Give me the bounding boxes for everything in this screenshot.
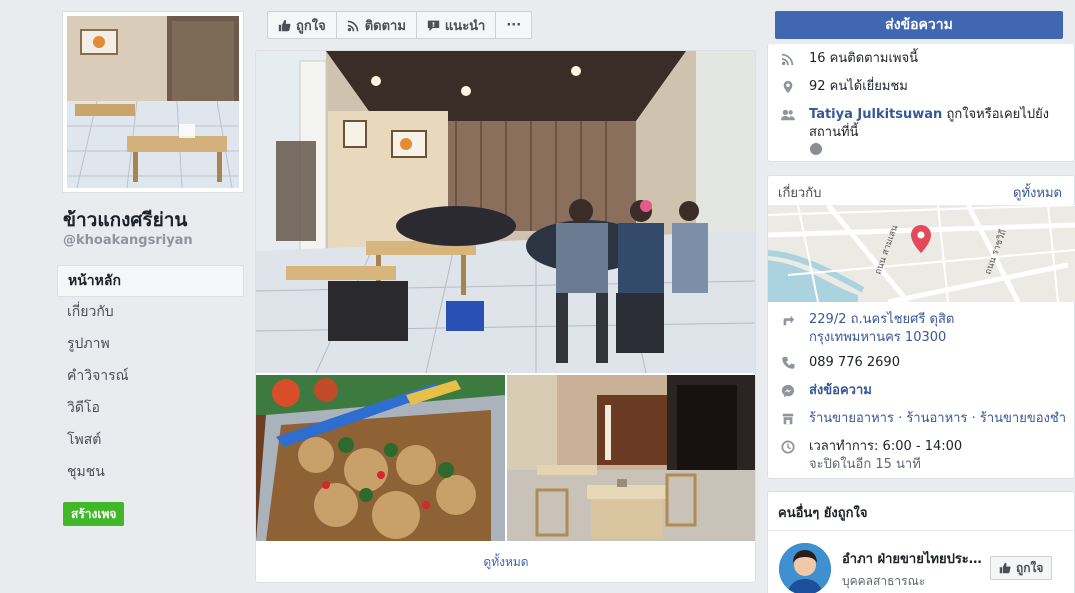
thumbs-up-icon [999, 562, 1011, 574]
follow-page-label: ติดตาม [364, 18, 406, 34]
send-message-link[interactable]: ส่งข้อความ [809, 382, 872, 400]
nav-item-about[interactable]: เกี่ยวกับ [57, 297, 244, 329]
category-row: ร้านขายอาหาร · ร้านอาหาร · ร้านขายของชำ [781, 410, 1066, 428]
photo-restaurant-interior[interactable] [256, 51, 755, 373]
phone-icon [781, 356, 795, 370]
page-stats-card: 16 คนติดตามเพจนี้ 92 คนได้เยี่ยมชม Tatiy… [767, 44, 1075, 162]
address-line-2: กรุงเทพมหานคร 10300 [809, 330, 947, 345]
speech-bubble-icon [427, 20, 440, 31]
friend-avatar[interactable] [809, 142, 823, 156]
page-nav: หน้าหลัก เกี่ยวกับ รูปภาพ คำวิจารณ์ วิดี… [57, 265, 244, 489]
friend-row: Tatiya Julkitsuwan ถูกใจหรือเคยไปยังสถาน… [781, 106, 1066, 142]
like-page-button[interactable]: ถูกใจ [268, 12, 337, 38]
closing-note: จะปิดในอีก 15 นาที [809, 457, 921, 472]
location-map[interactable]: ถนน สามเสน ถนน ราชวิถี [768, 205, 1075, 302]
about-see-all-link[interactable]: ดูทั้งหมด [1013, 182, 1062, 203]
divider [768, 530, 1074, 531]
photo-dining-area[interactable] [507, 375, 755, 541]
photo-food-tray[interactable] [256, 375, 505, 541]
nav-item-videos[interactable]: วิดีโอ [57, 393, 244, 425]
messenger-icon [781, 384, 795, 398]
followers-row: 16 คนติดตามเพจนี้ [781, 50, 1066, 68]
send-message-button[interactable]: ส่งข้อความ [775, 11, 1063, 39]
phone-number[interactable]: 089 776 2690 [809, 354, 900, 372]
map-pin-icon [781, 80, 795, 94]
category-links[interactable]: ร้านขายอาหาร · ร้านอาหาร · ร้านขายของชำ [809, 410, 1066, 428]
map-image: ถนน สามเสน ถนน ราชวิถี [768, 205, 1075, 302]
directions-icon [781, 313, 795, 327]
food-tray-image [256, 375, 505, 541]
suggested-page-like-button[interactable]: ถูกใจ [990, 556, 1053, 580]
friends-icon [781, 108, 795, 122]
hours-row: เวลาทำการ: 6:00 - 14:00 จะปิดในอีก 15 นาท… [781, 438, 1066, 474]
about-card: เกี่ยวกับ ดูทั้งหมด ถนน สามเสน ถนน ราชวิ… [767, 175, 1075, 479]
page-handle[interactable]: @khoakangsriyan [63, 233, 193, 248]
nav-item-photos[interactable]: รูปภาพ [57, 329, 244, 361]
friend-name-link[interactable]: Tatiya Julkitsuwan [809, 107, 942, 122]
see-all-photos-link[interactable]: ดูทั้งหมด [256, 541, 755, 582]
about-card-title: เกี่ยวกับ [778, 186, 822, 201]
suggested-page-avatar-image [779, 543, 831, 593]
clock-icon [781, 440, 795, 454]
nav-item-community[interactable]: ชุมชน [57, 457, 244, 489]
visited-count: 92 คนได้เยี่ยมชม [809, 79, 908, 94]
rss-icon [781, 52, 795, 66]
thumbs-up-icon [278, 19, 291, 31]
follow-page-button[interactable]: ติดตาม [337, 12, 417, 38]
page-action-bar: ถูกใจ ติดตาม แนะนำ ··· [267, 11, 533, 39]
photos-card: ดูทั้งหมด [255, 50, 756, 583]
suggested-page-name[interactable]: อำภา ฝ่ายขายไทยประกันชีวิต [842, 548, 982, 569]
message-row: ส่งข้อความ [781, 382, 1066, 400]
followers-count: 16 คนติดตามเพจนี้ [809, 51, 918, 66]
more-options-label: ··· [506, 17, 522, 33]
nav-item-home[interactable]: หน้าหลัก [57, 265, 244, 297]
people-also-like-title: คนอื่นๆ ยังถูกใจ [778, 506, 868, 521]
address-link[interactable]: 229/2 ถ.นครไชยศรี ดุสิตกรุงเทพมหานคร 103… [809, 311, 954, 347]
avatar[interactable] [779, 543, 831, 593]
page-title: ข้าวแกงศรีย่าน [63, 209, 188, 231]
address-row: 229/2 ถ.นครไชยศรี ดุสิตกรุงเทพมหานคร 103… [781, 311, 1066, 347]
recommend-page-button[interactable]: แนะนำ [417, 12, 497, 38]
create-page-button[interactable]: สร้างเพจ [63, 502, 125, 526]
profile-picture[interactable] [62, 11, 244, 193]
more-options-button[interactable]: ··· [496, 12, 531, 38]
profile-photo-image [67, 16, 239, 188]
dining-area-image [507, 375, 755, 541]
nav-item-reviews[interactable]: คำวิจารณ์ [57, 361, 244, 393]
rss-icon [347, 20, 359, 31]
store-tag-icon [781, 412, 795, 426]
people-also-like-card: คนอื่นๆ ยังถูกใจ อำภา ฝ่ายขายไทยประกันชี… [767, 491, 1075, 593]
visited-row: 92 คนได้เยี่ยมชม [781, 78, 1066, 96]
suggested-page-like-label: ถูกใจ [1016, 560, 1044, 575]
address-line-1: 229/2 ถ.นครไชยศรี ดุสิต [809, 312, 955, 327]
like-page-label: ถูกใจ [296, 18, 326, 34]
recommend-page-label: แนะนำ [444, 18, 486, 34]
suggested-page-category: บุคคลสาธารณะ [842, 574, 926, 588]
restaurant-interior-image [256, 51, 755, 373]
opening-hours[interactable]: เวลาทำการ: 6:00 - 14:00 [809, 439, 962, 454]
nav-item-posts[interactable]: โพสต์ [57, 425, 244, 457]
phone-row: 089 776 2690 [781, 354, 1066, 372]
